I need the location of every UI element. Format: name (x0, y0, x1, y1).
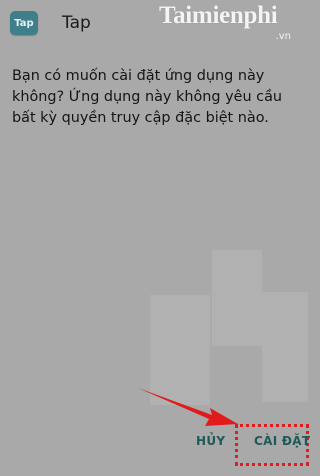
background-shape (262, 292, 308, 402)
app-title: Tap (62, 13, 91, 33)
background-shape (212, 250, 262, 346)
install-screen: Tap Tap Taimienphi .vn Bạn có muốn cài đ… (0, 0, 317, 476)
app-icon: Tap (10, 11, 38, 35)
install-button[interactable]: CÀI ĐẶT (254, 434, 310, 448)
app-header: Tap Tap Taimienphi .vn (0, 0, 317, 48)
watermark-text: Taimienphi (159, 2, 278, 29)
app-icon-label: Tap (14, 17, 34, 29)
pointer-arrow-icon (138, 388, 238, 426)
watermark-tld: .vn (275, 31, 291, 42)
watermark-logo: Taimienphi .vn (159, 2, 309, 48)
cancel-button[interactable]: HỦY (196, 434, 225, 456)
install-message: Bạn có muốn cài đặt ứng dụng này không? … (12, 68, 283, 126)
